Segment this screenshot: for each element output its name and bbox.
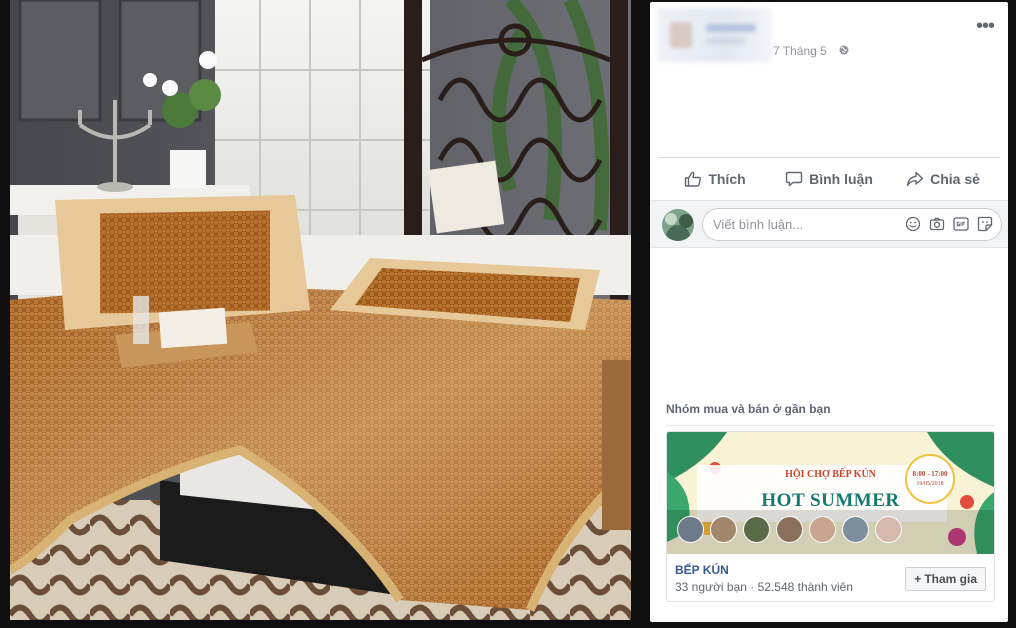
- comment-tools: [905, 216, 993, 232]
- member-avatar: [809, 516, 836, 543]
- join-label: Tham gia: [924, 572, 977, 586]
- group-name-link[interactable]: BẾP KÚN: [675, 563, 729, 577]
- sticker-icon[interactable]: [977, 216, 993, 232]
- like-button[interactable]: Thích: [658, 162, 772, 196]
- post-actions: Thích Bình luận Chia sẻ: [658, 162, 1000, 196]
- author-name-blurred[interactable]: [706, 24, 756, 32]
- comment-composer: [650, 200, 1008, 248]
- share-arrow-icon: [906, 171, 924, 187]
- speech-bubble-icon: [785, 171, 803, 187]
- more-options-button[interactable]: •••: [976, 16, 995, 36]
- group-cover-image[interactable]: HỘI CHỢ BẾP KÚN HOT SUMMER 8:00 - 17:00 …: [667, 432, 994, 554]
- member-avatar: [776, 516, 803, 543]
- divider: [666, 425, 994, 426]
- member-avatar: [875, 516, 902, 543]
- cover-date: 19/05/2018: [916, 481, 944, 487]
- author-blurred[interactable]: [658, 8, 772, 62]
- post-photo[interactable]: [10, 0, 631, 620]
- avatar-image: [662, 209, 694, 241]
- member-avatar: [842, 516, 869, 543]
- globe-icon: [839, 45, 849, 55]
- post-header: 7 Tháng 5 •••: [658, 6, 1000, 64]
- author-sub-blurred: [706, 38, 746, 44]
- join-group-button[interactable]: + Tham gia: [905, 567, 986, 591]
- group-meta: 33 người bạn · 52.548 thành viên: [675, 580, 854, 594]
- cover-date-badge: 8:00 - 17:00 19/05/2018: [905, 454, 955, 504]
- current-user-avatar[interactable]: [662, 209, 694, 241]
- comment-label: Bình luận: [809, 171, 873, 187]
- bamboo-mat-bed-image: [10, 0, 631, 620]
- member-faces: [677, 516, 902, 543]
- plus-icon: +: [914, 572, 922, 586]
- cover-time: 8:00 - 17:00: [912, 470, 948, 478]
- comment-box[interactable]: [702, 208, 1002, 241]
- like-label: Thích: [708, 171, 746, 187]
- member-avatar: [677, 516, 704, 543]
- photo-viewer: 7 Tháng 5 ••• Thích Bình luận Chia sẻ Vi…: [0, 0, 1016, 628]
- author-avatar[interactable]: [670, 22, 692, 48]
- share-button[interactable]: Chia sẻ: [886, 162, 1000, 196]
- divider: [658, 157, 1000, 158]
- group-suggestion-card: HỘI CHỢ BẾP KÚN HOT SUMMER 8:00 - 17:00 …: [666, 431, 995, 602]
- share-label: Chia sẻ: [930, 171, 980, 187]
- emoji-icon[interactable]: [905, 216, 921, 232]
- comment-input[interactable]: [713, 209, 903, 240]
- gif-icon[interactable]: [953, 216, 969, 232]
- member-avatar: [710, 516, 737, 543]
- groups-heading: Nhóm mua và bán ở gần bạn: [666, 402, 831, 416]
- camera-icon[interactable]: [929, 216, 945, 232]
- member-avatar: [743, 516, 770, 543]
- thumbs-up-icon: [685, 171, 702, 187]
- post-side-panel: 7 Tháng 5 ••• Thích Bình luận Chia sẻ Vi…: [650, 2, 1008, 622]
- post-timestamp[interactable]: 7 Tháng 5: [773, 44, 827, 58]
- comment-button[interactable]: Bình luận: [772, 162, 886, 196]
